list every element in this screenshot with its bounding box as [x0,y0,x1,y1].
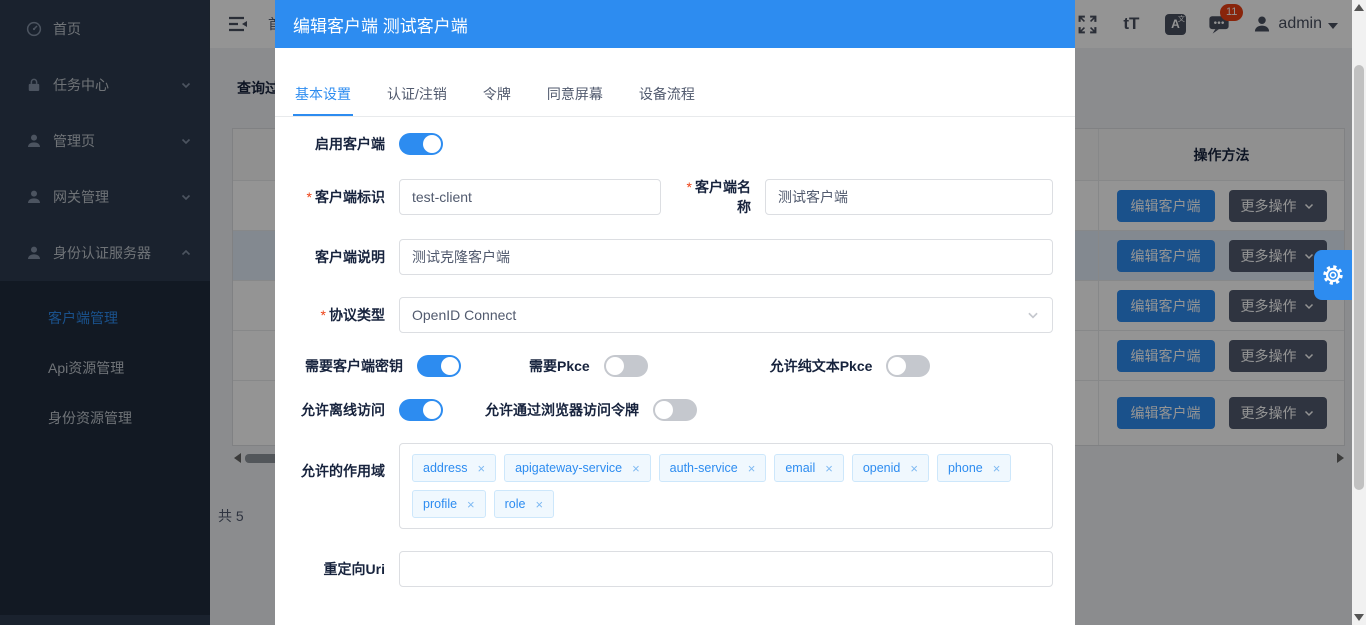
chevron-down-icon [1026,308,1040,322]
client-desc-input[interactable] [399,239,1053,275]
redirect-uri-label: 重定向Uri [295,559,385,579]
scope-tag: profile× [412,490,486,518]
tab-token[interactable]: 令牌 [481,84,513,116]
allow-browser-token-toggle[interactable] [653,399,697,421]
protocol-selected-value: OpenID Connect [412,307,516,323]
remove-tag-icon[interactable]: × [467,498,475,511]
scope-tag: address× [412,454,496,482]
client-name-label: *客户端名称 [677,177,751,217]
client-form: 启用客户端 *客户端标识 *客户端名称 客户端说明 *协议类型 OpenID C… [275,117,1075,587]
required-marker: * [687,179,692,195]
client-name-input[interactable] [765,179,1053,215]
scope-tag: role× [494,490,554,518]
scope-tag: phone× [937,454,1011,482]
form-row-client-desc: 客户端说明 [295,239,1053,275]
protocol-select[interactable]: OpenID Connect [399,297,1053,333]
enable-client-toggle[interactable] [399,133,443,155]
gear-icon [1321,263,1345,287]
modal-header: 编辑客户端 测试客户端 [275,0,1075,48]
allow-browser-token-label: 允许通过浏览器访问令牌 [485,400,639,420]
remove-tag-icon[interactable]: × [825,462,833,475]
tab-auth-logout[interactable]: 认证/注销 [385,84,449,116]
scroll-down-arrow-icon[interactable] [1354,614,1364,621]
allow-offline-label: 允许离线访问 [295,400,385,420]
edit-client-modal: 编辑客户端 测试客户端 基本设置 认证/注销 令牌 同意屏幕 设备流程 启用客户… [275,0,1075,625]
allow-plain-pkce-toggle[interactable] [886,355,930,377]
scope-tag: email× [774,454,843,482]
form-row-access-toggles: 允许离线访问 允许通过浏览器访问令牌 [295,399,1053,421]
require-pkce-toggle[interactable] [604,355,648,377]
require-secret-label: 需要客户端密钥 [295,356,403,376]
scope-tag: openid× [852,454,929,482]
scope-tag: auth-service× [659,454,767,482]
tab-consent-screen[interactable]: 同意屏幕 [545,84,605,116]
allow-offline-toggle[interactable] [399,399,443,421]
remove-tag-icon[interactable]: × [910,462,918,475]
form-row-pkce-toggles: 需要客户端密钥 需要Pkce 允许纯文本Pkce [295,355,1053,377]
remove-tag-icon[interactable]: × [535,498,543,511]
scrollbar-thumb[interactable] [1354,65,1364,490]
protocol-label: *协议类型 [295,305,385,325]
allow-plain-pkce-label: 允许纯文本Pkce [770,356,873,376]
remove-tag-icon[interactable]: × [748,462,756,475]
enable-client-label: 启用客户端 [295,134,385,154]
scroll-up-arrow-icon[interactable] [1354,4,1364,11]
require-pkce-label: 需要Pkce [529,356,590,376]
modal-title: 编辑客户端 测试客户端 [293,12,468,37]
client-id-input[interactable] [399,179,661,215]
required-marker: * [321,307,326,323]
required-marker: * [307,189,312,205]
scopes-tagbox[interactable]: address× apigateway-service× auth-servic… [399,443,1053,529]
tab-basic-settings[interactable]: 基本设置 [293,84,353,116]
form-row-protocol: *协议类型 OpenID Connect [295,297,1053,333]
page-scrollbar[interactable] [1352,0,1366,625]
redirect-uri-input[interactable] [399,551,1053,587]
client-desc-label: 客户端说明 [295,247,385,267]
theme-settings-button[interactable] [1314,250,1352,300]
client-id-label: *客户端标识 [295,187,385,207]
require-secret-toggle[interactable] [417,355,461,377]
remove-tag-icon[interactable]: × [632,462,640,475]
form-row-scopes: 允许的作用域 address× apigateway-service× auth… [295,443,1053,529]
modal-tabs: 基本设置 认证/注销 令牌 同意屏幕 设备流程 [275,84,1075,117]
remove-tag-icon[interactable]: × [993,462,1001,475]
form-row-client-id-name: *客户端标识 *客户端名称 [295,177,1053,217]
remove-tag-icon[interactable]: × [477,462,485,475]
form-row-redirect-uri: 重定向Uri [295,551,1053,587]
tab-device-flow[interactable]: 设备流程 [637,84,697,116]
scopes-label: 允许的作用域 [295,443,385,481]
scope-tag: apigateway-service× [504,454,651,482]
form-row-enable-client: 启用客户端 [295,133,1053,155]
